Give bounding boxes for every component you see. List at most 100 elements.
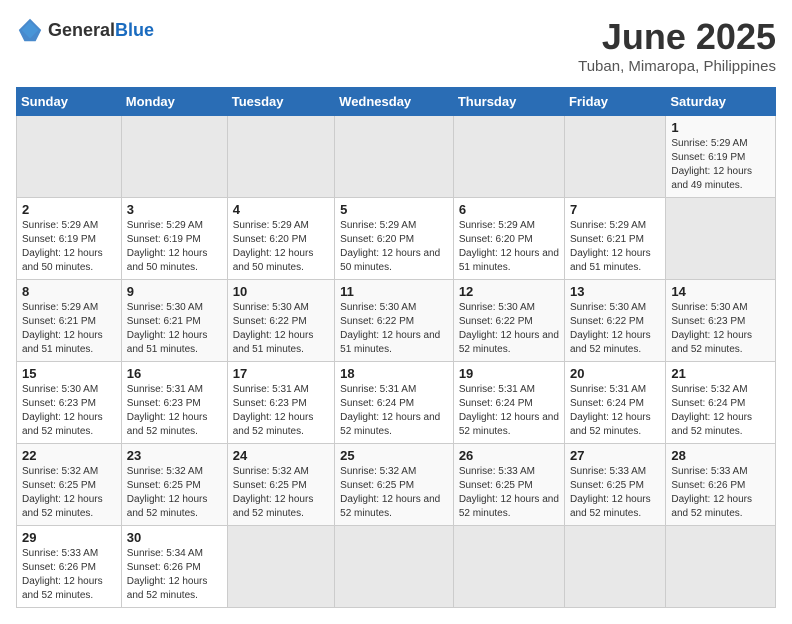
calendar-cell — [227, 116, 334, 198]
calendar-cell — [564, 526, 665, 608]
calendar-cell: 11Sunrise: 5:30 AMSunset: 6:22 PMDayligh… — [335, 280, 454, 362]
day-detail: Sunrise: 5:31 AMSunset: 6:24 PMDaylight:… — [340, 383, 448, 439]
calendar-cell: 14 Sunrise: 5:30 AMSunset: 6:23 PMDayligh… — [666, 280, 776, 362]
calendar-cell: 23Sunrise: 5:32 AMSunset: 6:25 PMDayligh… — [121, 444, 227, 526]
day-detail: Sunrise: 5:33 AMSunset: 6:25 PMDaylight:… — [459, 465, 559, 521]
day-number: 28 — [671, 448, 770, 463]
calendar-cell: 20 Sunrise: 5:31 AMSunset: 6:24 PMDayligh… — [564, 362, 665, 444]
calendar-cell — [666, 198, 776, 280]
calendar-cell — [227, 526, 334, 608]
calendar-week-4: 15 Sunrise: 5:30 AMSunset: 6:23 PMDayligh… — [17, 362, 776, 444]
calendar-cell: 29 Sunrise: 5:33 AMSunset: 6:26 PMDayligh… — [17, 526, 122, 608]
logo: GeneralBlue — [16, 16, 154, 44]
calendar-cell: 16Sunrise: 5:31 AMSunset: 6:23 PMDayligh… — [121, 362, 227, 444]
day-detail: Sunrise: 5:32 AMSunset: 6:25 PMDaylight:… — [340, 465, 448, 521]
calendar-cell: 21 Sunrise: 5:32 AMSunset: 6:24 PMDayligh… — [666, 362, 776, 444]
day-detail: Sunrise: 5:30 AMSunset: 6:22 PMDaylight:… — [459, 301, 559, 357]
calendar-cell: 5Sunrise: 5:29 AMSunset: 6:20 PMDaylight… — [335, 198, 454, 280]
calendar-cell — [453, 116, 564, 198]
calendar-week-3: 8 Sunrise: 5:29 AMSunset: 6:21 PMDaylight… — [17, 280, 776, 362]
calendar-cell — [17, 116, 122, 198]
day-number: 22 — [22, 448, 116, 463]
day-detail: Sunrise: 5:30 AMSunset: 6:23 PMDaylight:… — [22, 383, 116, 439]
calendar-cell: 18 Sunrise: 5:31 AMSunset: 6:24 PMDayligh… — [335, 362, 454, 444]
day-number: 20 — [570, 366, 660, 381]
calendar-cell: 2Sunrise: 5:29 AMSunset: 6:19 PMDaylight… — [17, 198, 122, 280]
day-number: 3 — [127, 202, 222, 217]
calendar-cell: 24 Sunrise: 5:32 AMSunset: 6:25 PMDayligh… — [227, 444, 334, 526]
calendar-cell: 30Sunrise: 5:34 AMSunset: 6:26 PMDayligh… — [121, 526, 227, 608]
calendar-cell: 25Sunrise: 5:32 AMSunset: 6:25 PMDayligh… — [335, 444, 454, 526]
calendar-cell — [335, 116, 454, 198]
day-number: 14 — [671, 284, 770, 299]
day-number: 26 — [459, 448, 559, 463]
day-detail: Sunrise: 5:32 AMSunset: 6:25 PMDaylight:… — [22, 465, 116, 521]
day-detail: Sunrise: 5:30 AMSunset: 6:22 PMDaylight:… — [340, 301, 448, 357]
day-detail: Sunrise: 5:32 AMSunset: 6:24 PMDaylight:… — [671, 383, 770, 439]
logo-general: General — [48, 20, 115, 40]
day-detail: Sunrise: 5:31 AMSunset: 6:24 PMDaylight:… — [570, 383, 660, 439]
day-number: 19 — [459, 366, 559, 381]
calendar-cell — [666, 526, 776, 608]
day-number: 21 — [671, 366, 770, 381]
day-number: 16 — [127, 366, 222, 381]
day-detail: Sunrise: 5:29 AMSunset: 6:20 PMDaylight:… — [233, 219, 329, 275]
calendar-week-2: 2Sunrise: 5:29 AMSunset: 6:19 PMDaylight… — [17, 198, 776, 280]
calendar-header-row: SundayMondayTuesdayWednesdayThursdayFrid… — [17, 88, 776, 116]
day-detail: Sunrise: 5:29 AMSunset: 6:19 PMDaylight:… — [671, 137, 770, 193]
calendar-cell: 6 Sunrise: 5:29 AMSunset: 6:20 PMDaylight… — [453, 198, 564, 280]
day-number: 10 — [233, 284, 329, 299]
day-number: 1 — [671, 120, 770, 135]
day-detail: Sunrise: 5:33 AMSunset: 6:26 PMDaylight:… — [671, 465, 770, 521]
day-detail: Sunrise: 5:33 AMSunset: 6:25 PMDaylight:… — [570, 465, 660, 521]
day-number: 6 — [459, 202, 559, 217]
calendar-cell: 4 Sunrise: 5:29 AMSunset: 6:20 PMDaylight… — [227, 198, 334, 280]
header-monday: Monday — [121, 88, 227, 116]
header-saturday: Saturday — [666, 88, 776, 116]
day-number: 29 — [22, 530, 116, 545]
day-detail: Sunrise: 5:33 AMSunset: 6:26 PMDaylight:… — [22, 547, 116, 603]
logo-icon — [16, 16, 44, 44]
header-wednesday: Wednesday — [335, 88, 454, 116]
day-detail: Sunrise: 5:30 AMSunset: 6:21 PMDaylight:… — [127, 301, 222, 357]
day-detail: Sunrise: 5:32 AMSunset: 6:25 PMDaylight:… — [233, 465, 329, 521]
calendar-cell: 7Sunrise: 5:29 AMSunset: 6:21 PMDaylight… — [564, 198, 665, 280]
calendar-cell — [335, 526, 454, 608]
day-number: 27 — [570, 448, 660, 463]
header-tuesday: Tuesday — [227, 88, 334, 116]
logo-text: GeneralBlue — [48, 20, 154, 41]
calendar-cell: 17Sunrise: 5:31 AMSunset: 6:23 PMDayligh… — [227, 362, 334, 444]
day-number: 7 — [570, 202, 660, 217]
day-number: 13 — [570, 284, 660, 299]
day-detail: Sunrise: 5:29 AMSunset: 6:21 PMDaylight:… — [22, 301, 116, 357]
day-number: 2 — [22, 202, 116, 217]
day-detail: Sunrise: 5:34 AMSunset: 6:26 PMDaylight:… — [127, 547, 222, 603]
calendar-cell: 27 Sunrise: 5:33 AMSunset: 6:25 PMDayligh… — [564, 444, 665, 526]
day-number: 12 — [459, 284, 559, 299]
calendar-cell — [453, 526, 564, 608]
calendar-cell: 10Sunrise: 5:30 AMSunset: 6:22 PMDayligh… — [227, 280, 334, 362]
day-number: 4 — [233, 202, 329, 217]
calendar-cell: 28 Sunrise: 5:33 AMSunset: 6:26 PMDayligh… — [666, 444, 776, 526]
calendar-cell: 22 Sunrise: 5:32 AMSunset: 6:25 PMDayligh… — [17, 444, 122, 526]
calendar-cell: 9Sunrise: 5:30 AMSunset: 6:21 PMDaylight… — [121, 280, 227, 362]
day-number: 17 — [233, 366, 329, 381]
day-detail: Sunrise: 5:30 AMSunset: 6:23 PMDaylight:… — [671, 301, 770, 357]
calendar-week-6: 29 Sunrise: 5:33 AMSunset: 6:26 PMDayligh… — [17, 526, 776, 608]
calendar-cell: 26 Sunrise: 5:33 AMSunset: 6:25 PMDayligh… — [453, 444, 564, 526]
day-number: 24 — [233, 448, 329, 463]
calendar-table: SundayMondayTuesdayWednesdayThursdayFrid… — [16, 87, 776, 608]
calendar-week-5: 22 Sunrise: 5:32 AMSunset: 6:25 PMDayligh… — [17, 444, 776, 526]
day-detail: Sunrise: 5:30 AMSunset: 6:22 PMDaylight:… — [570, 301, 660, 357]
logo-blue: Blue — [115, 20, 154, 40]
page-header: GeneralBlue June 2025 Tuban, Mimaropa, P… — [16, 16, 776, 75]
calendar-cell: 8 Sunrise: 5:29 AMSunset: 6:21 PMDaylight… — [17, 280, 122, 362]
calendar-cell: 19 Sunrise: 5:31 AMSunset: 6:24 PMDayligh… — [453, 362, 564, 444]
day-detail: Sunrise: 5:31 AMSunset: 6:24 PMDaylight:… — [459, 383, 559, 439]
location: Tuban, Mimaropa, Philippines — [578, 58, 776, 75]
calendar-cell: 1 Sunrise: 5:29 AMSunset: 6:19 PMDaylight… — [666, 116, 776, 198]
day-number: 15 — [22, 366, 116, 381]
day-number: 8 — [22, 284, 116, 299]
day-detail: Sunrise: 5:29 AMSunset: 6:20 PMDaylight:… — [459, 219, 559, 275]
day-number: 18 — [340, 366, 448, 381]
